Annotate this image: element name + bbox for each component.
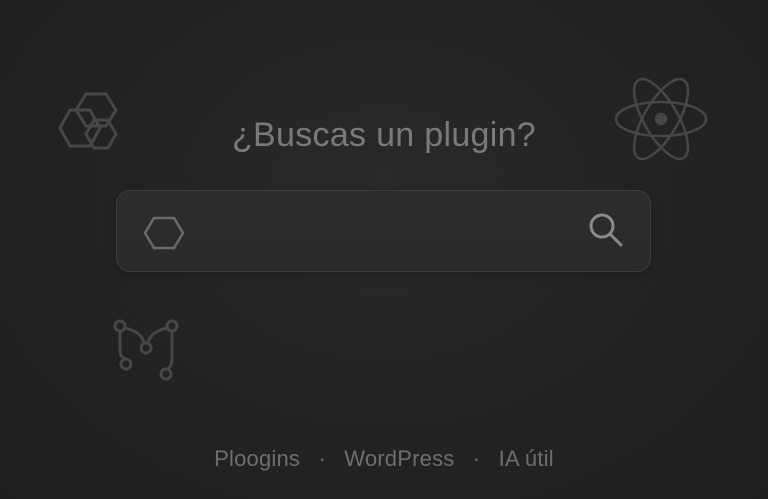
footer-separator: ·: [472, 446, 481, 471]
landing-screen: ¿Buscas un plugin? Ploogins · WordPress …: [0, 0, 768, 499]
footer-item-ia-util: IA útil: [498, 446, 554, 471]
search-bar[interactable]: [116, 190, 651, 272]
footer-separator: ·: [318, 446, 326, 471]
search-button[interactable]: [585, 211, 627, 253]
footer-item-ploogins: Ploogins: [214, 446, 301, 471]
page-title: ¿Buscas un plugin?: [231, 116, 537, 154]
search-icon: [587, 211, 625, 254]
git-branch-icon: [112, 318, 182, 384]
footer: Ploogins · WordPress · IA útil: [0, 446, 768, 472]
search-input[interactable]: [197, 209, 581, 257]
hexagon-icon: [143, 216, 185, 255]
footer-item-wordpress: WordPress: [344, 446, 455, 471]
